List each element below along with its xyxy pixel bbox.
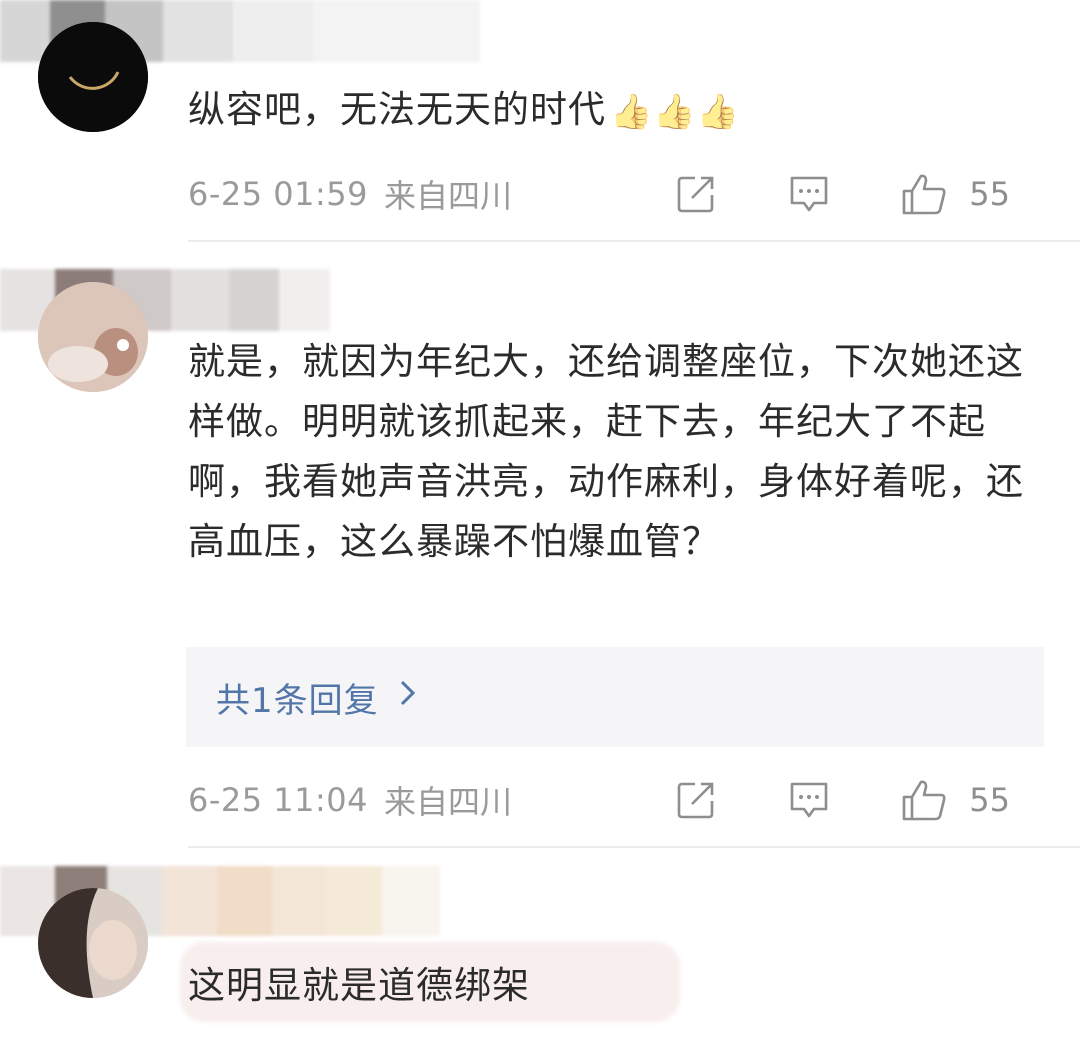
comment-actions: 55: [675, 164, 1010, 224]
share-icon: [677, 782, 714, 819]
thumbs-up-icon: [902, 780, 946, 821]
thumbs-up-emoji-group: 👍 👍 👍: [610, 92, 740, 132]
comment-time: 6-25 01:59: [188, 175, 369, 213]
comment-location: 来自四川: [384, 177, 513, 215]
comment-actions: 55: [675, 770, 1010, 830]
avatar-image: [38, 22, 148, 132]
comment-icon: [790, 782, 828, 818]
like-count: 55: [969, 175, 1010, 213]
replies-panel[interactable]: 共1条回复: [186, 647, 1044, 747]
comment-item: 纵容吧，无法无天的时代 👍 👍 👍 6-25 01:59 来自四川 55: [0, 0, 1080, 242]
thumbs-up-icon: 👍: [610, 91, 654, 132]
share-icon: [677, 176, 714, 213]
share-button[interactable]: [675, 779, 717, 821]
thumbs-up-icon: 👍: [653, 91, 697, 132]
comment-text: 就是，就因为年纪大，还给调整座位，下次她还这样做。明明就该抓起来，赶下去，年纪大…: [188, 340, 1024, 563]
avatar-image: [38, 282, 148, 392]
view-replies-link[interactable]: 共1条回复: [216, 673, 417, 722]
comment-text: 纵容吧，无法无天的时代 👍 👍 👍: [188, 88, 741, 132]
share-button[interactable]: [675, 173, 717, 215]
comment-text: 这明显就是道德绑架: [188, 964, 530, 1007]
comment-icon: [790, 176, 828, 212]
comment-feed: 纵容吧，无法无天的时代 👍 👍 👍 6-25 01:59 来自四川 55 就是，…: [0, 0, 1080, 1040]
like-button[interactable]: 55: [901, 778, 1010, 822]
comment-meta: 6-25 01:59 来自四川 55: [188, 164, 1048, 224]
avatar[interactable]: [38, 282, 148, 392]
comment-meta: 6-25 11:04 来自四川 55: [188, 770, 1048, 830]
avatar[interactable]: [38, 888, 148, 998]
like-button[interactable]: 55: [901, 172, 1010, 216]
thumbs-up-icon: 👍: [696, 91, 741, 132]
replies-label: 共1条回复: [216, 680, 379, 721]
comment-time: 6-25 11:04: [188, 781, 369, 819]
thumbs-up-icon: [902, 174, 946, 215]
chevron-right-icon: [399, 679, 417, 715]
avatar[interactable]: [38, 22, 148, 132]
like-count: 55: [969, 781, 1010, 819]
reply-button[interactable]: [787, 779, 831, 821]
reply-button[interactable]: [787, 173, 831, 215]
comment-item: 这明显就是道德绑架: [0, 848, 1080, 1040]
comment-location: 来自四川: [384, 783, 513, 821]
avatar-image: [38, 888, 148, 998]
comment-item: 就是，就因为年纪大，还给调整座位，下次她还这样做。明明就该抓起来，赶下去，年纪大…: [0, 242, 1080, 848]
